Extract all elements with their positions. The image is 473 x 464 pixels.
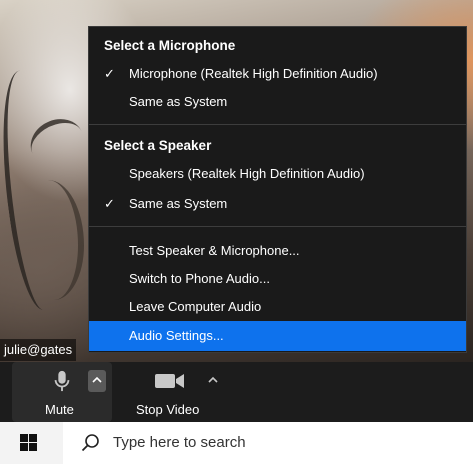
menu-item-label: Test Speaker & Microphone... <box>129 243 300 258</box>
chevron-up-icon <box>92 376 102 383</box>
menu-item-microphone-same-as-system[interactable]: Same as System <box>89 87 466 117</box>
audio-options-menu: Select a Microphone ✓ Microphone (Realte… <box>88 26 467 353</box>
menu-item-speaker-realtek[interactable]: Speakers (Realtek High Definition Audio) <box>89 159 466 189</box>
search-icon <box>81 434 99 452</box>
menu-divider <box>89 124 466 125</box>
select-speaker-heading: Select a Speaker <box>104 138 212 153</box>
participant-name-tag: julie@gates <box>0 339 77 361</box>
windows-taskbar: Type here to search <box>0 422 473 464</box>
microphone-icon <box>54 370 70 392</box>
select-microphone-heading: Select a Microphone <box>104 38 236 53</box>
mute-label: Mute <box>45 402 74 417</box>
windows-logo-icon[interactable] <box>20 434 37 451</box>
menu-divider <box>89 226 466 227</box>
menu-item-label: Leave Computer Audio <box>129 299 262 314</box>
taskbar-search-box[interactable]: Type here to search <box>63 422 473 464</box>
tree-trunk-shape <box>18 180 84 300</box>
checkmark-icon: ✓ <box>104 66 115 81</box>
menu-item-label: Audio Settings... <box>129 328 224 343</box>
menu-item-audio-settings[interactable]: Audio Settings... <box>89 321 466 351</box>
video-camera-icon[interactable] <box>155 372 185 390</box>
checkmark-icon: ✓ <box>104 196 115 211</box>
menu-item-label: Switch to Phone Audio... <box>129 271 270 286</box>
menu-item-label: Same as System <box>129 196 228 211</box>
meeting-toolbar: Mute <box>0 362 473 422</box>
menu-item-switch-to-phone-audio[interactable]: Switch to Phone Audio... <box>89 264 466 294</box>
menu-item-leave-computer-audio[interactable]: Leave Computer Audio <box>89 292 466 322</box>
menu-item-test-speaker-microphone[interactable]: Test Speaker & Microphone... <box>89 236 466 266</box>
menu-item-label: Same as System <box>129 94 228 109</box>
audio-options-caret-button[interactable] <box>88 370 106 392</box>
menu-item-label: Microphone (Realtek High Definition Audi… <box>129 66 378 81</box>
menu-item-microphone-realtek[interactable]: ✓ Microphone (Realtek High Definition Au… <box>89 59 466 89</box>
menu-item-label: Speakers (Realtek High Definition Audio) <box>129 166 365 181</box>
search-placeholder: Type here to search <box>113 434 246 451</box>
menu-item-speaker-same-as-system[interactable]: ✓ Same as System <box>89 189 466 219</box>
chevron-up-icon[interactable] <box>208 376 218 384</box>
stop-video-label: Stop Video <box>136 402 200 417</box>
